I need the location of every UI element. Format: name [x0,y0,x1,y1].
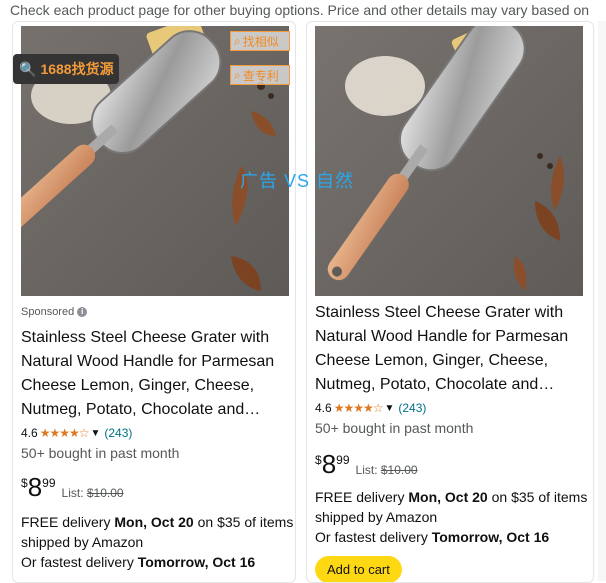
list-price: List: $10.00 [62,486,124,500]
price-whole: 8 [27,472,43,502]
fastest-prefix: Or fastest delivery [21,554,134,570]
patent-check-button[interactable]: ⌕ 查专利 [230,65,290,85]
patent-check-label: 查专利 [242,68,279,83]
scrollbar[interactable] [598,21,606,581]
chevron-down-icon[interactable]: ▼ [384,403,394,414]
delivery-date: Mon, Oct 20 [114,514,194,530]
rating-count-link[interactable]: (243) [398,401,426,415]
delivery-date: Mon, Oct 20 [408,489,488,505]
price-row: $ 8 99 List: $10.00 [21,472,124,502]
bought-text: 50+ bought in past month [21,445,180,461]
fastest-date: Tomorrow, Oct 16 [431,529,550,545]
find-similar-label: 找相似 [242,34,279,49]
list-price-value: $10.00 [86,486,124,500]
list-price-value: $10.00 [380,463,418,477]
fastest-date: Tomorrow, Oct 16 [137,554,256,570]
price-fraction: 99 [336,453,350,467]
list-price: List: $10.00 [356,463,418,477]
fastest-prefix: Or fastest delivery [315,529,428,545]
find-similar-button[interactable]: ⌕ 找相似 [230,31,290,51]
price[interactable]: $ 8 99 [21,472,56,502]
rating-count-link[interactable]: (243) [104,426,132,440]
price-fraction: 99 [42,476,56,490]
list-label: List: [355,463,378,477]
price[interactable]: $ 8 99 [315,449,350,479]
product-title[interactable]: Stainless Steel Cheese Grater with Natur… [21,326,291,422]
chevron-down-icon[interactable]: ▼ [90,428,100,439]
delivery-prefix: FREE delivery [315,489,405,505]
rating-value: 4.6 [21,426,38,440]
price-symbol: $ [21,476,28,490]
delivery-info: FREE delivery Mon, Oct 20 on $35 of item… [315,487,590,547]
price-symbol: $ [315,453,322,467]
ad-vs-organic-label: 广告 VS 自然 [240,171,355,191]
rating-row: 4.6 ★★★★☆ ▼ (243) [315,401,426,415]
delivery-info: FREE delivery Mon, Oct 20 on $35 of item… [21,512,295,572]
badge-label: 1688找货源 [40,61,114,77]
price-row: $ 8 99 List: $10.00 [315,449,418,479]
sponsored-label[interactable]: Sponsored i [21,306,88,318]
product-card-1[interactable]: Sponsored i Stainless Steel Cheese Grate… [12,21,296,583]
star-rating-icon[interactable]: ★★★★☆ [334,401,384,415]
product-title[interactable]: Stainless Steel Cheese Grater with Natur… [315,301,585,397]
product-card-2[interactable]: Stainless Steel Cheese Grater with Natur… [306,21,594,583]
source-finder-badge[interactable]: 🔍 1688找货源 [13,54,119,84]
search-icon: ⌕ [234,33,241,48]
rating-row: 4.6 ★★★★☆ ▼ (243) [21,426,132,440]
price-whole: 8 [321,449,337,479]
bought-text: 50+ bought in past month [315,420,474,436]
star-rating-icon[interactable]: ★★★★☆ [40,426,90,440]
top-notice: Check each product page for other buying… [10,2,590,18]
search-icon: 🔍 [19,60,37,77]
rating-value: 4.6 [315,401,332,415]
add-to-cart-button[interactable]: Add to cart [315,556,402,582]
delivery-prefix: FREE delivery [21,514,111,530]
sponsored-text: Sponsored [21,306,75,318]
info-icon[interactable]: i [77,307,88,317]
magnifier-icon: ⌕ [234,67,241,82]
list-label: List: [61,486,84,500]
product-image[interactable] [315,26,583,296]
